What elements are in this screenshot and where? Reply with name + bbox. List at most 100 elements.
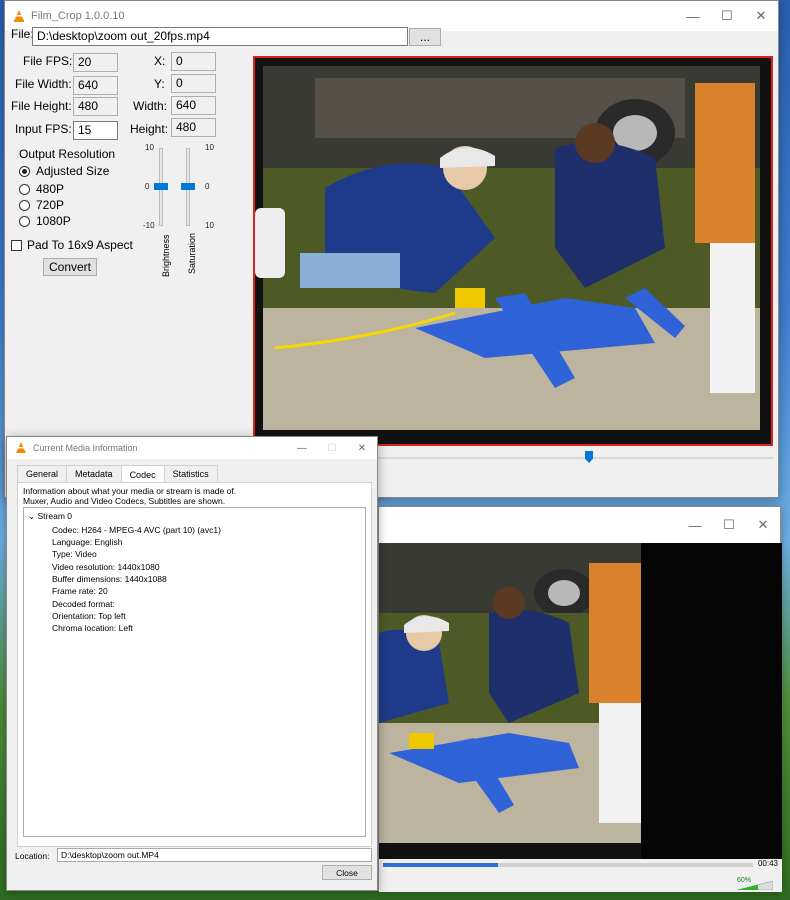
tree-row: Buffer dimensions: 1440x1088 bbox=[52, 574, 167, 584]
video-frame-image bbox=[379, 543, 641, 859]
file-width-label: File Width: bbox=[15, 77, 72, 91]
close-icon[interactable]: ✕ bbox=[347, 437, 377, 459]
location-input[interactable]: D:\desktop\zoom out.MP4 bbox=[57, 848, 372, 862]
radio-dot bbox=[19, 215, 30, 227]
dialog-title: Current Media Information bbox=[33, 443, 138, 453]
y-label: Y: bbox=[154, 77, 165, 91]
minimize-icon[interactable]: — bbox=[678, 510, 712, 540]
codec-panel: Information about what your media or str… bbox=[17, 482, 372, 847]
window-title: Film_Crop 1.0.0.10 bbox=[31, 10, 125, 22]
stream-node[interactable]: ⌄ Stream 0 bbox=[28, 511, 72, 522]
player-video[interactable] bbox=[379, 543, 641, 859]
volume-slider-icon[interactable] bbox=[737, 881, 773, 890]
tab-strip: General Metadata Codec Statistics bbox=[17, 465, 218, 483]
brightness-thumb[interactable] bbox=[154, 183, 168, 190]
stream-tree[interactable]: ⌄ Stream 0 Codec: H264 - MPEG-4 AVC (par… bbox=[23, 507, 366, 837]
file-height-label: File Height: bbox=[11, 99, 72, 113]
x-field: 0 bbox=[171, 52, 216, 71]
film-crop-window: Film_Crop 1.0.0.10 — ☐ ✕ File: D:\deskto… bbox=[4, 0, 779, 498]
minimize-icon[interactable]: — bbox=[287, 437, 317, 459]
radio-1080p[interactable]: 1080P bbox=[19, 214, 71, 228]
tree-row: Type: Video bbox=[52, 549, 97, 559]
stream-label: Stream 0 bbox=[37, 511, 73, 521]
input-fps-label: Input FPS: bbox=[15, 122, 72, 136]
tab-statistics[interactable]: Statistics bbox=[163, 465, 218, 483]
checkbox-label: Pad To 16x9 Aspect bbox=[27, 238, 133, 252]
radio-label: 720P bbox=[36, 198, 65, 212]
letterbox-area bbox=[641, 543, 782, 859]
film-frame-image bbox=[255, 58, 771, 444]
tab-general[interactable]: General bbox=[17, 465, 68, 483]
player-title-bar: — ☐ ✕ bbox=[379, 507, 780, 543]
close-icon[interactable]: ✕ bbox=[744, 1, 778, 31]
radio-dot bbox=[19, 183, 30, 195]
seek-bar[interactable] bbox=[383, 863, 753, 867]
file-path-input[interactable]: D:\desktop\zoom out_20fps.mp4 bbox=[32, 27, 408, 46]
tree-row: Video resolution: 1440x1080 bbox=[52, 562, 160, 572]
saturation-mid-tick: 0 bbox=[205, 182, 210, 191]
x-label: X: bbox=[154, 54, 166, 68]
convert-button[interactable]: Convert bbox=[43, 258, 97, 276]
player-controls: 00:43 60% bbox=[379, 859, 782, 892]
brightness-min-tick: -10 bbox=[143, 221, 155, 230]
height-field: 480 bbox=[171, 118, 216, 137]
y-field: 0 bbox=[171, 74, 216, 93]
radio-label: Adjusted Size bbox=[36, 164, 110, 178]
tab-metadata[interactable]: Metadata bbox=[66, 465, 122, 483]
saturation-label: Saturation bbox=[187, 232, 197, 274]
radio-480p[interactable]: 480P bbox=[19, 182, 64, 196]
timeline-thumb[interactable] bbox=[585, 451, 593, 463]
maximize-icon[interactable]: ☐ bbox=[710, 1, 744, 31]
brightness-label: Brightness bbox=[161, 234, 171, 277]
saturation-max-tick: 10 bbox=[205, 143, 214, 152]
location-label: Location: bbox=[15, 851, 50, 861]
tree-row: Orientation: Top left bbox=[52, 611, 126, 621]
radio-dot bbox=[19, 199, 30, 211]
dialog-title-bar: Current Media Information — ☐ ✕ bbox=[7, 437, 377, 459]
maximize-icon: ☐ bbox=[327, 442, 337, 454]
width-field: 640 bbox=[171, 96, 216, 115]
tree-row: Decoded format: bbox=[52, 599, 115, 609]
codec-description: Information about what your media or str… bbox=[23, 486, 236, 506]
vlc-cone-icon bbox=[13, 10, 25, 22]
tree-row: Codec: H264 - MPEG-4 AVC (part 10) (avc1… bbox=[52, 525, 221, 535]
brightness-max-tick: 10 bbox=[145, 143, 154, 152]
file-width-field: 640 bbox=[73, 76, 118, 95]
brightness-mid-tick: 0 bbox=[145, 182, 150, 191]
expand-chevron-icon[interactable]: ⌄ bbox=[28, 511, 35, 521]
width-label: Width: bbox=[133, 99, 168, 113]
saturation-min-tick: 10 bbox=[205, 221, 214, 230]
tree-row: Chroma location: Left bbox=[52, 623, 133, 633]
seek-progress bbox=[383, 863, 498, 867]
file-fps-field: 20 bbox=[73, 53, 118, 72]
browse-button[interactable]: ... bbox=[409, 28, 441, 46]
input-fps-field[interactable]: 15 bbox=[73, 121, 118, 140]
vlc-player-window: — ☐ ✕ 00:43 60% bbox=[378, 506, 782, 892]
pad-16x9-checkbox[interactable]: Pad To 16x9 Aspect bbox=[11, 238, 133, 252]
tab-codec[interactable]: Codec bbox=[120, 465, 165, 483]
radio-adjusted-size[interactable]: Adjusted Size bbox=[19, 164, 109, 178]
tree-row: Frame rate: 20 bbox=[52, 586, 108, 596]
file-height-field: 480 bbox=[73, 97, 118, 116]
video-preview bbox=[253, 56, 773, 446]
elapsed-time: 00:43 bbox=[757, 859, 778, 868]
description-line: Muxer, Audio and Video Codecs, Subtitles… bbox=[23, 496, 226, 506]
maximize-icon[interactable]: ☐ bbox=[712, 510, 746, 540]
output-resolution-label: Output Resolution bbox=[19, 147, 116, 161]
vlc-cone-icon bbox=[15, 442, 27, 454]
checkbox-box bbox=[11, 239, 22, 251]
close-icon[interactable]: ✕ bbox=[746, 510, 780, 540]
radio-label: 480P bbox=[36, 182, 65, 196]
radio-dot bbox=[19, 165, 30, 177]
file-label: File: bbox=[11, 27, 34, 41]
radio-720p[interactable]: 720P bbox=[19, 198, 64, 212]
radio-label: 1080P bbox=[36, 214, 71, 228]
tree-row: Language: English bbox=[52, 537, 123, 547]
description-line: Information about what your media or str… bbox=[23, 486, 237, 496]
saturation-thumb[interactable] bbox=[181, 183, 195, 190]
media-info-dialog: Current Media Information — ☐ ✕ General … bbox=[6, 436, 378, 891]
minimize-icon[interactable]: — bbox=[676, 1, 710, 31]
close-button[interactable]: Close bbox=[322, 865, 372, 880]
height-label: Height: bbox=[130, 122, 169, 136]
file-fps-label: File FPS: bbox=[23, 54, 73, 68]
